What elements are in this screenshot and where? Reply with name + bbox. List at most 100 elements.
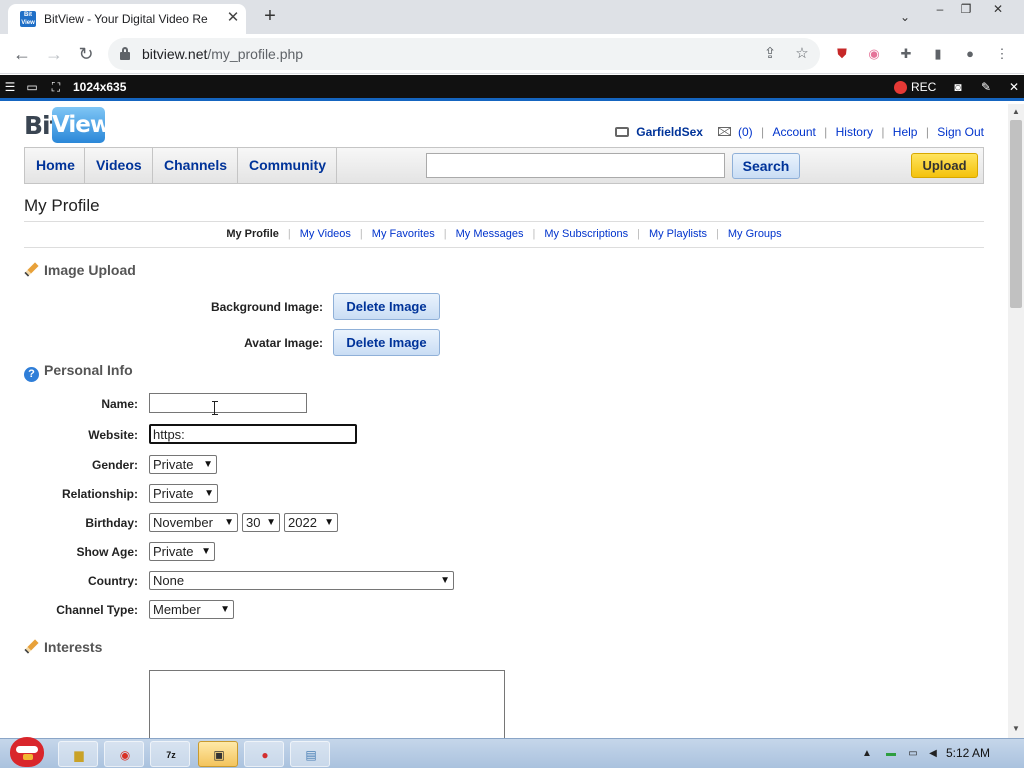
restore-icon[interactable]: ❐	[956, 2, 976, 18]
search-input[interactable]	[426, 153, 725, 178]
country-select[interactable]: None ▼	[149, 571, 454, 590]
birthday-label: Birthday:	[85, 516, 138, 530]
separator: |	[881, 124, 885, 139]
subnav-my-groups[interactable]: My Groups	[728, 228, 782, 240]
separator: |	[761, 124, 765, 139]
recorder-bar: ☰ ▭ ⛶ 1024x635 REC ◙ ✎ ✕	[0, 75, 1024, 101]
chevron-down-icon: ▼	[204, 488, 214, 499]
taskbar-active-app[interactable]: ▣	[198, 741, 238, 767]
reload-icon[interactable]: ↻	[72, 40, 100, 68]
page-scrollbar[interactable]: ▲ ▼	[1008, 104, 1024, 738]
delete-avatar-button[interactable]: Delete Image	[333, 329, 440, 356]
birthday-month-select[interactable]: November ▼	[149, 513, 238, 532]
mail-icon[interactable]	[717, 127, 731, 137]
browser-tab[interactable]: Bit View BitView - Your Digital Video Re…	[8, 4, 246, 34]
sign-out-link[interactable]: Sign Out	[937, 125, 984, 139]
window-close-icon[interactable]: ✕	[988, 2, 1008, 18]
account-link[interactable]: Account	[772, 125, 815, 139]
hamburger-menu-icon[interactable]: ☰	[2, 79, 18, 95]
display-icon[interactable]: ▭	[906, 747, 920, 761]
channel-type-select[interactable]: Member ▼	[149, 600, 234, 619]
subnav-my-videos[interactable]: My Videos	[300, 228, 351, 240]
relationship-select[interactable]: Private ▼	[149, 484, 218, 503]
name-label: Name:	[101, 397, 138, 411]
forward-arrow-icon[interactable]: →	[40, 40, 68, 68]
tv-icon	[614, 126, 629, 137]
camera-icon[interactable]: ◙	[950, 79, 966, 95]
profile-subnav: My Profile | My Videos | My Favorites | My Mes…	[24, 221, 984, 248]
name-input[interactable]	[149, 393, 307, 413]
birthday-day-value: 30	[246, 515, 261, 530]
chevron-down-icon: ▼	[220, 604, 230, 615]
rec-label[interactable]: REC	[911, 80, 936, 94]
taskbar-notepad[interactable]: ▤	[290, 741, 330, 767]
minimize-icon[interactable]: ‒	[930, 2, 950, 18]
nav-community[interactable]: Community	[238, 148, 337, 183]
bookmark-star-icon[interactable]: ☆	[792, 44, 812, 64]
website-input[interactable]	[149, 424, 357, 444]
birthday-year-select[interactable]: 2022 ▼	[284, 513, 338, 532]
birthday-month-value: November	[153, 515, 213, 530]
extensions-puzzle-icon[interactable]: ✚	[896, 44, 916, 64]
pen-icon[interactable]: ✎	[978, 79, 994, 95]
subnav-my-favorites[interactable]: My Favorites	[372, 228, 435, 240]
nav-home[interactable]: Home	[25, 148, 85, 183]
tab-close-icon[interactable]: ✕	[224, 9, 242, 27]
taskbar-chrome[interactable]: ◉	[104, 741, 144, 767]
history-link[interactable]: History	[836, 125, 873, 139]
network-icon[interactable]: ▬	[884, 747, 898, 761]
window-icon[interactable]: ▭	[24, 79, 40, 95]
side-panel-icon[interactable]: ▮	[928, 44, 948, 64]
share-icon[interactable]: ⇪	[760, 44, 780, 64]
show-age-label: Show Age:	[76, 545, 138, 559]
capture-size: 1024x635	[73, 80, 127, 94]
nav-videos[interactable]: Videos	[85, 148, 153, 183]
scroll-down-icon[interactable]: ▼	[1011, 724, 1021, 734]
ublock-icon[interactable]: ⛊	[832, 44, 852, 64]
help-link[interactable]: Help	[893, 125, 918, 139]
lock-icon[interactable]	[120, 47, 130, 60]
relationship-label: Relationship:	[61, 487, 138, 501]
notepad-icon: ▤	[305, 748, 317, 762]
new-tab-plus-icon[interactable]: +	[258, 5, 282, 29]
region-select-icon[interactable]: ⛶	[48, 79, 64, 95]
angry-bird-start-icon	[10, 737, 44, 767]
subnav-my-playlists[interactable]: My Playlists	[649, 228, 707, 240]
taskbar-7zip[interactable]: 7z	[150, 741, 190, 767]
scroll-thumb[interactable]	[1010, 120, 1022, 308]
messages-count-link[interactable]: (0)	[738, 125, 753, 139]
browser-menu-icon[interactable]: ⋮	[992, 44, 1012, 64]
record-dot-icon[interactable]	[894, 81, 907, 94]
scroll-up-icon[interactable]: ▲	[1011, 107, 1021, 117]
birthday-day-select[interactable]: 30 ▼	[242, 513, 280, 532]
extension-flag-icon[interactable]: ◉	[864, 44, 884, 64]
subnav-my-profile[interactable]: My Profile	[226, 228, 279, 240]
subnav-my-messages[interactable]: My Messages	[456, 228, 524, 240]
volume-icon[interactable]: ◀	[926, 747, 940, 761]
back-arrow-icon[interactable]: ←	[8, 40, 36, 68]
nav-channels[interactable]: Channels	[153, 148, 238, 183]
start-button[interactable]	[4, 731, 48, 768]
taskbar-recorder[interactable]: ●	[244, 741, 284, 767]
taskbar-clock[interactable]: 5:12 AM	[946, 746, 990, 760]
channel-type-value: Member	[153, 602, 201, 617]
upload-button[interactable]: Upload	[911, 153, 978, 178]
separator: |	[359, 228, 363, 240]
browser-toolbar: ← → ↻ bitview.net/my_profile.php ⇪ ☆ ⛊ ◉…	[0, 34, 1024, 74]
tray-expand-icon[interactable]: ▲	[860, 747, 874, 761]
search-button[interactable]: Search	[732, 153, 800, 179]
interests-textarea[interactable]	[149, 670, 505, 738]
address-bar[interactable]: bitview.net/my_profile.php ⇪ ☆	[108, 38, 820, 70]
gender-select[interactable]: Private ▼	[149, 455, 217, 474]
delete-background-button[interactable]: Delete Image	[333, 293, 440, 320]
subnav-my-subscriptions[interactable]: My Subscriptions	[544, 228, 628, 240]
folder-icon: ▆	[74, 748, 84, 762]
tab-search-chevron-icon[interactable]: ⌄	[896, 8, 914, 26]
profile-avatar-icon[interactable]: ●	[960, 44, 980, 64]
avatar-image-label: Avatar Image:	[244, 336, 323, 350]
taskbar-explorer[interactable]: ▆	[58, 741, 98, 767]
username-link[interactable]: GarfieldSex	[636, 125, 703, 139]
url-text[interactable]: bitview.net/my_profile.php	[142, 46, 303, 62]
show-age-select[interactable]: Private ▼	[149, 542, 215, 561]
recorder-close-icon[interactable]: ✕	[1006, 79, 1022, 95]
